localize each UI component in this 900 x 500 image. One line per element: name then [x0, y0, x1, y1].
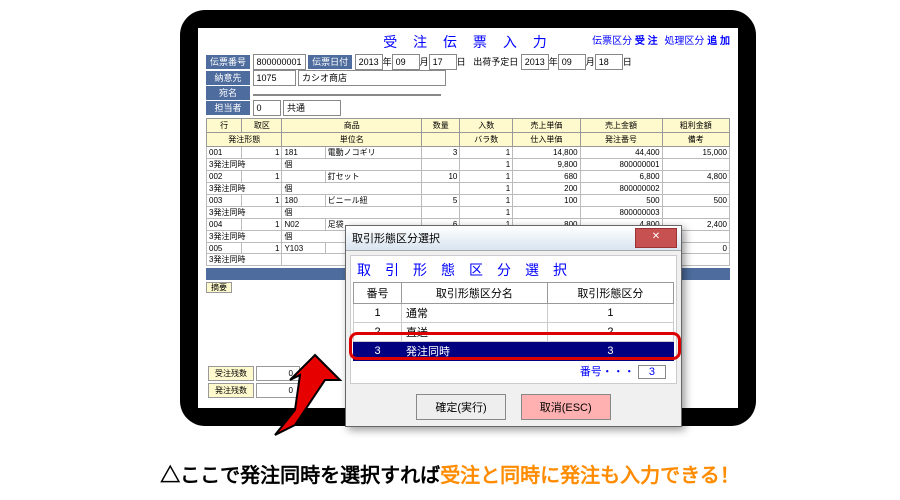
- cust-name-field[interactable]: カシオ商店: [298, 70, 446, 86]
- slip-type-value: 受 注: [635, 36, 658, 47]
- order-remain-label: 受注残数: [208, 366, 254, 381]
- slip-no-label: 伝票番号: [206, 55, 250, 69]
- dialog-number-field[interactable]: 3: [638, 365, 666, 379]
- rep-name-field[interactable]: 共通: [283, 100, 341, 116]
- table-row[interactable]: 0021釘セット1016806,8004,800: [207, 171, 730, 183]
- rep-code-field[interactable]: 0: [253, 100, 281, 116]
- table-row-sub[interactable]: 3発注同時個1800000003: [207, 207, 730, 219]
- grid-header-2: 発注形態単位名 バラ数仕入単価 発注番号備考: [207, 133, 730, 147]
- table-row[interactable]: 0031180ビニール紐51100500500: [207, 195, 730, 207]
- slip-no-field[interactable]: 800000001: [253, 54, 306, 70]
- ship-date-m[interactable]: 09: [558, 54, 586, 70]
- summary-table: 受注残数0 発注残数0: [206, 364, 302, 400]
- caption: △ここで発注同時を選択すれば受注と同時に発注も入力できる！: [0, 459, 900, 488]
- ship-date-d[interactable]: 18: [595, 54, 623, 70]
- proc-type-value: 追 加: [707, 36, 730, 47]
- dialog-titlebar[interactable]: 取引形態区分選択 ✕: [346, 226, 681, 251]
- po-remain-label: 発注残数: [208, 383, 254, 398]
- confirm-button[interactable]: 確定(実行): [416, 394, 505, 420]
- order-remain-value: 0: [256, 366, 300, 381]
- slip-date-y[interactable]: 2013: [355, 54, 383, 70]
- caption-highlight: 受注と同時に発注も入力できる！: [440, 465, 740, 487]
- close-icon[interactable]: ✕: [635, 228, 677, 248]
- dialog-title-text: 取引形態区分選択: [352, 233, 440, 245]
- slip-date-label: 伝票日付: [308, 55, 352, 69]
- dialog-list[interactable]: 番号取引形態区分名取引形態区分 1通常12直送23発注同時3: [353, 282, 674, 361]
- list-item[interactable]: 2直送2: [354, 323, 674, 342]
- dialog-header: 取引形態区分選択: [353, 258, 674, 282]
- dialog-number-row: 番号・・・ 3: [353, 361, 674, 381]
- topbar: 伝票区分 受 注 処理区分 追 加: [588, 32, 730, 47]
- cust-label: 納意先: [206, 71, 250, 85]
- transaction-type-dialog: 取引形態区分選択 ✕ 取引形態区分選択 番号取引形態区分名取引形態区分 1通常1…: [345, 225, 682, 427]
- slip-type-label: 伝票区分: [592, 36, 632, 47]
- addr-label: 宛名: [206, 86, 250, 100]
- header-area: 伝票番号 800000001 伝票日付 2013年09月17日 出荷予定日 20…: [206, 54, 730, 116]
- table-row-sub[interactable]: 3発注同時個19,800800000001: [207, 159, 730, 171]
- list-item[interactable]: 3発注同時3: [354, 342, 674, 361]
- ship-date-label: 出荷予定日: [473, 57, 518, 67]
- table-row[interactable]: 0011181電動ノコギリ3114,80044,40015,000: [207, 147, 730, 159]
- addr-field[interactable]: [253, 94, 441, 96]
- cancel-button[interactable]: 取消(ESC): [521, 394, 611, 420]
- table-row-sub[interactable]: 3発注同時個1200800000002: [207, 183, 730, 195]
- ship-date-y[interactable]: 2013: [521, 54, 549, 70]
- slip-date-m[interactable]: 09: [392, 54, 420, 70]
- rep-label: 担当者: [206, 101, 250, 115]
- caption-prefix: △ここで発注同時を選択すれば: [160, 465, 440, 487]
- grid-header-1: 行取区 商品 数量入数 売上単価売上金額 粗利金額: [207, 119, 730, 133]
- po-remain-value: 0: [256, 383, 300, 398]
- proc-type-label: 処理区分: [664, 36, 704, 47]
- slip-date-d[interactable]: 17: [429, 54, 457, 70]
- list-item[interactable]: 1通常1: [354, 304, 674, 323]
- cust-code-field[interactable]: 1075: [253, 70, 296, 86]
- remark-label: 摘要: [206, 282, 232, 293]
